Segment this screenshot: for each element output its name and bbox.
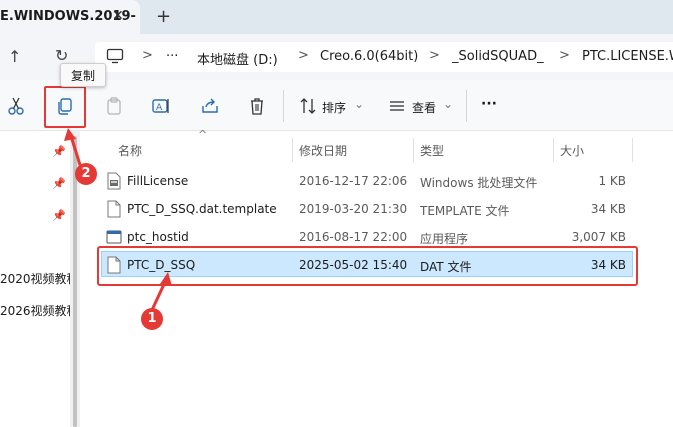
step-badge-2: 2 (75, 163, 97, 185)
step-badge-1: 1 (141, 308, 163, 330)
annotation-arrows (64, 128, 172, 311)
